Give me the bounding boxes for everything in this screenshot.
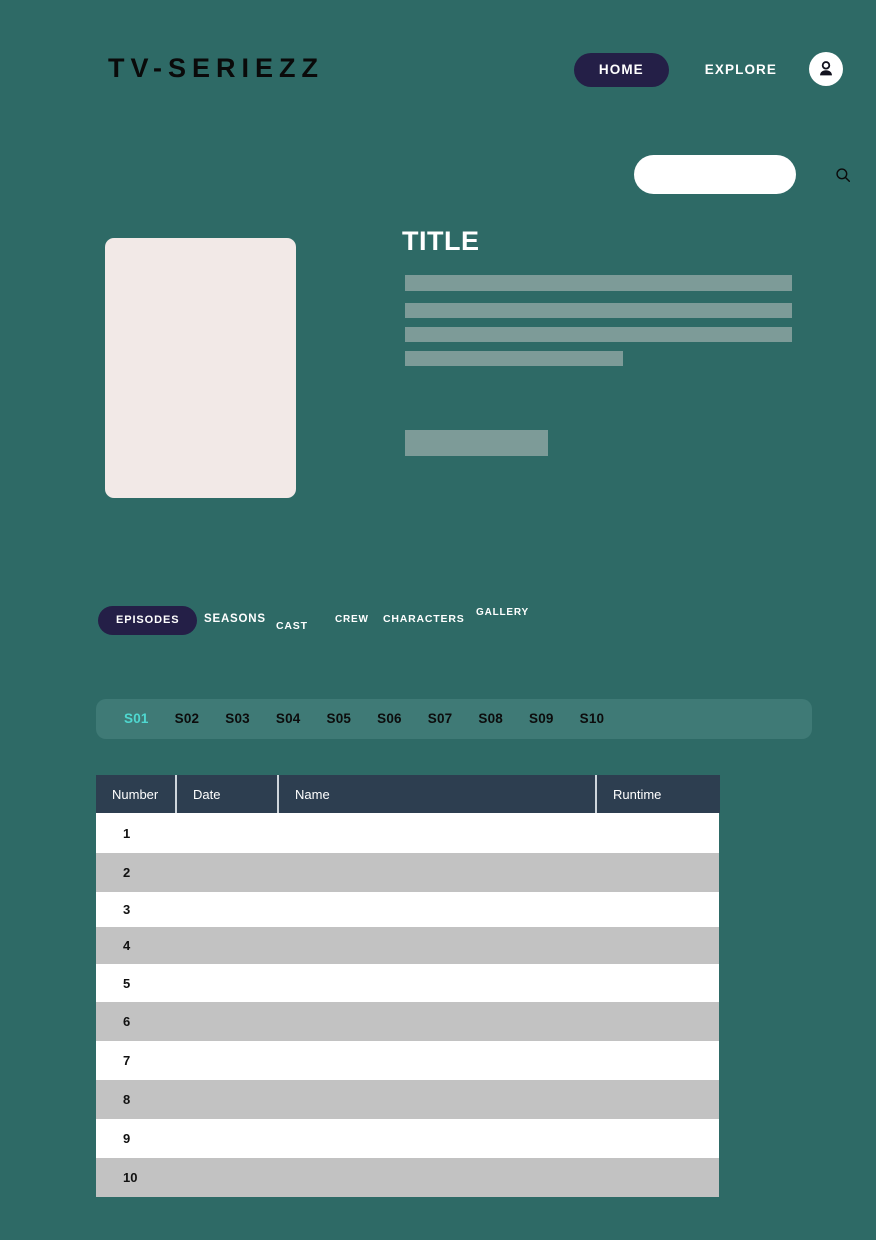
search-input[interactable] [634,155,834,194]
season-item-s10[interactable]: S10 [580,712,605,726]
table-header-row: Number Date Name Runtime [96,775,720,813]
tab-gallery[interactable]: GALLERY [476,608,529,618]
table-row[interactable]: 3 [96,892,719,927]
tab-seasons[interactable]: SEASONS [204,613,266,626]
tab-episodes[interactable]: EPISODES [98,606,198,635]
table-row[interactable]: 2 [96,853,719,892]
main-nav: HOME EXPLORE [573,51,843,87]
nav-item-home[interactable]: HOME [573,53,669,87]
cell-number: 9 [123,1131,131,1146]
cell-number: 1 [123,825,131,841]
season-item-s02[interactable]: S02 [175,712,200,726]
cell-number: 2 [123,865,131,880]
season-selector: S01 S02 S03 S04 S05 S06 S07 S08 S09 S10 [96,699,812,739]
table-body: 1 2 3 4 5 6 7 8 9 10 [96,813,719,1197]
table-row[interactable]: 1 [96,813,719,853]
account-person-icon[interactable] [809,51,843,86]
tab-crew[interactable]: CREW [335,615,369,625]
overview-skeleton-line [405,275,792,291]
season-item-s05[interactable]: S05 [327,712,352,726]
table-row[interactable]: 4 [96,927,719,964]
season-item-s08[interactable]: S08 [478,712,503,726]
season-item-s06[interactable]: S06 [377,712,402,726]
tab-cast[interactable]: CAST [276,621,308,632]
section-tabs: EPISODES SEASONS CAST CREW CHARACTERS GA… [98,606,798,638]
site-logo[interactable]: TV-SERIEZZ [108,55,324,82]
tab-characters[interactable]: CHARACTERS [383,614,465,625]
table-row[interactable]: 5 [96,964,719,1002]
season-item-s03[interactable]: S03 [225,712,250,726]
season-item-s01[interactable]: S01 [124,712,149,726]
cell-number: 8 [123,1092,131,1107]
column-header-number[interactable]: Number [96,775,175,813]
cell-number: 3 [123,902,131,917]
table-row[interactable]: 8 [96,1080,719,1119]
table-row[interactable]: 7 [96,1041,719,1080]
episodes-table: Number Date Name Runtime 1 2 3 4 5 6 7 8 9 10 [96,775,776,1197]
search-icon[interactable] [834,166,852,184]
site-header: TV-SERIEZZ HOME EXPLORE [0,0,876,120]
overview-skeleton-line [405,351,623,366]
column-header-name[interactable]: Name [277,775,595,813]
season-item-s09[interactable]: S09 [529,712,554,726]
season-item-s07[interactable]: S07 [428,712,453,726]
overview-skeleton-line [405,303,792,318]
cell-number: 7 [123,1053,131,1068]
cell-number: 4 [123,938,131,953]
table-row[interactable]: 6 [96,1002,719,1041]
page-root: TV-SERIEZZ HOME EXPLORE TITLE EPISODES S… [0,0,876,1240]
series-poster-placeholder [105,238,296,498]
page-title: TITLE [402,226,480,256]
cell-number: 5 [123,975,131,991]
season-item-s04[interactable]: S04 [276,712,301,726]
table-row[interactable]: 10 [96,1158,719,1197]
overview-skeleton-line [405,327,792,342]
cell-number: 10 [123,1170,138,1185]
column-header-runtime[interactable]: Runtime [595,775,720,813]
search-bar[interactable] [634,155,851,194]
cell-number: 6 [123,1014,131,1029]
nav-item-explore[interactable]: EXPLORE [705,63,777,77]
table-row[interactable]: 9 [96,1119,719,1158]
meta-skeleton-block [405,430,548,456]
column-header-date[interactable]: Date [175,775,277,813]
